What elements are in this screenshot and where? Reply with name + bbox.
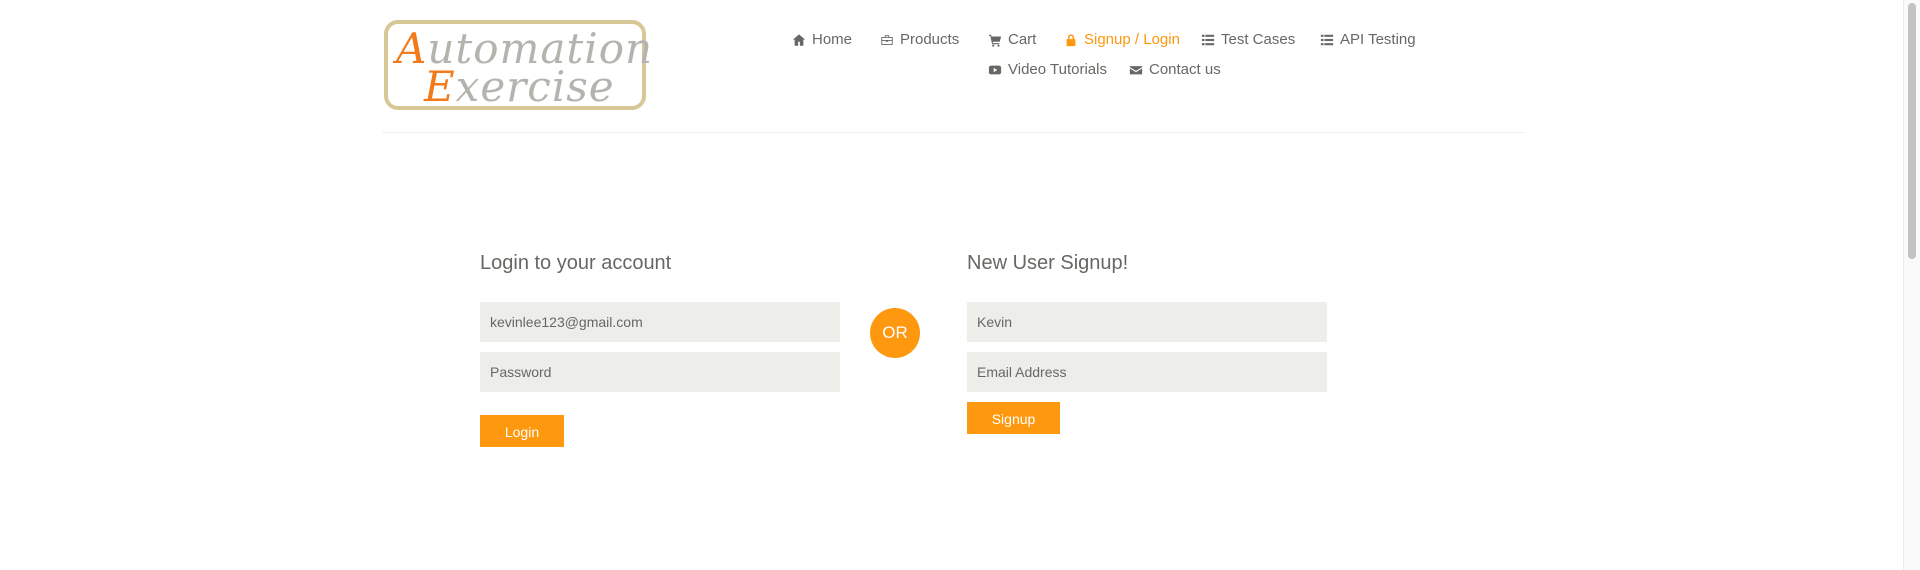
list-icon	[1201, 33, 1221, 47]
signup-title: New User Signup!	[967, 252, 1129, 274]
briefcase-icon	[880, 33, 900, 47]
nav-video-tutorials[interactable]: Video Tutorials	[988, 61, 1107, 78]
page: Automation Exercise Home Products Cart S…	[0, 0, 1920, 570]
nav-api-testing-label: API Testing	[1340, 31, 1416, 48]
login-title: Login to your account	[480, 252, 672, 274]
home-icon	[792, 33, 812, 47]
site-header: Automation Exercise Home Products Cart S…	[382, 0, 1524, 133]
nav-contact-us[interactable]: Contact us	[1129, 61, 1221, 78]
youtube-play-icon	[988, 63, 1008, 77]
nav-signup-login-label: Signup / Login	[1084, 31, 1180, 48]
nav-cart-label: Cart	[1008, 31, 1037, 48]
or-divider: OR	[870, 308, 920, 358]
signup-button[interactable]: Signup	[967, 402, 1060, 434]
nav-products[interactable]: Products	[880, 31, 959, 48]
nav-video-tutorials-label: Video Tutorials	[1008, 61, 1107, 78]
nav-test-cases[interactable]: Test Cases	[1201, 31, 1295, 48]
envelope-icon	[1129, 63, 1149, 77]
signup-email-input[interactable]	[967, 352, 1327, 392]
login-email-input[interactable]	[480, 302, 840, 342]
vertical-scrollbar[interactable]	[1903, 0, 1920, 570]
scrollbar-thumb[interactable]	[1908, 3, 1916, 259]
signup-name-input[interactable]	[967, 302, 1327, 342]
lock-icon	[1064, 33, 1084, 47]
nav-home[interactable]: Home	[792, 31, 852, 48]
login-password-input[interactable]	[480, 352, 840, 392]
signup-form: New User Signup! Signup	[967, 248, 1327, 434]
list-icon	[1320, 33, 1340, 47]
cart-icon	[988, 33, 1008, 47]
nav-signup-login[interactable]: Signup / Login	[1064, 31, 1180, 48]
nav-contact-us-label: Contact us	[1149, 61, 1221, 78]
nav-cart[interactable]: Cart	[988, 31, 1036, 48]
main-nav: Home Products Cart Signup / Login Test C…	[382, 0, 1524, 132]
nav-test-cases-label: Test Cases	[1221, 31, 1296, 48]
login-button[interactable]: Login	[480, 415, 564, 447]
nav-api-testing[interactable]: API Testing	[1320, 31, 1416, 48]
nav-products-label: Products	[900, 31, 960, 48]
login-form: Login to your account Login	[480, 248, 840, 447]
nav-home-label: Home	[812, 31, 853, 48]
